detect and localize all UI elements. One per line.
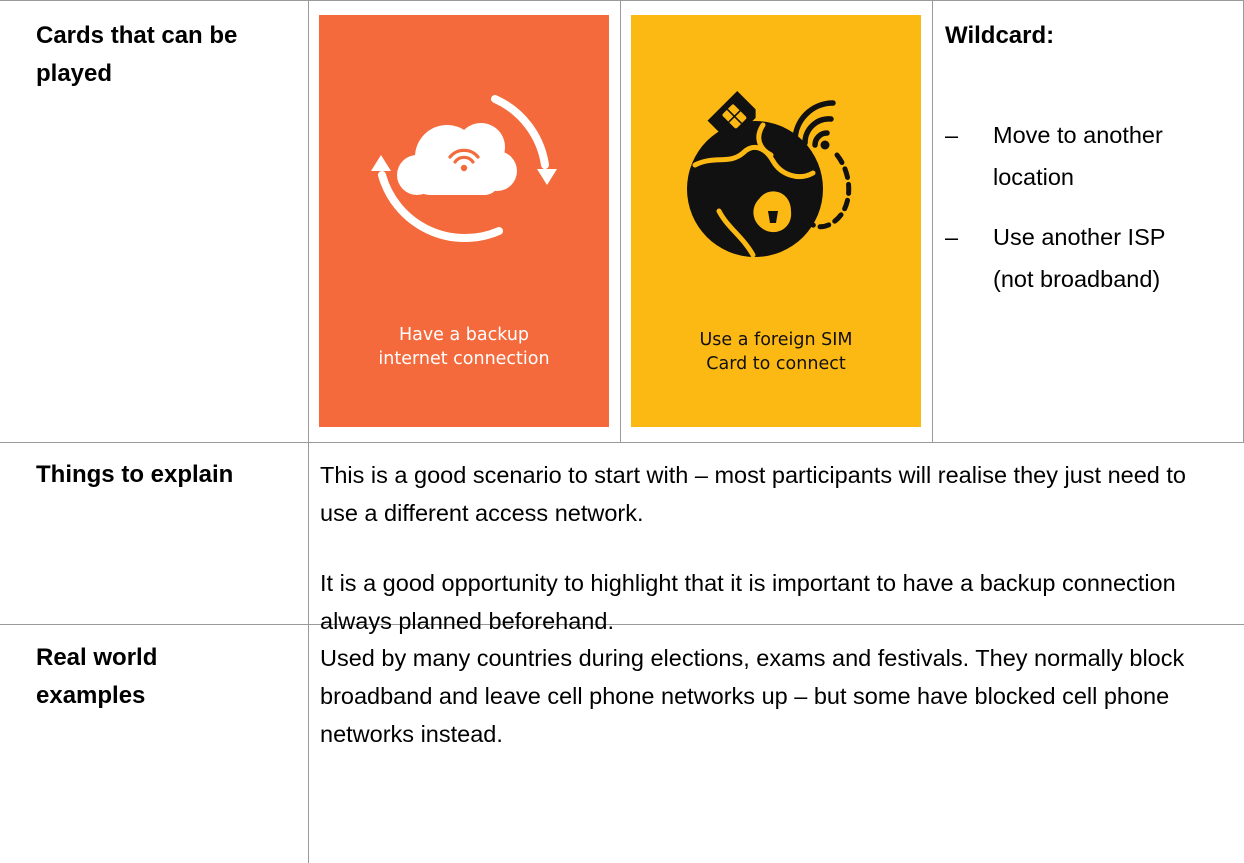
wildcard-item-line: location	[993, 164, 1074, 190]
dash-bullet: –	[945, 122, 959, 148]
row-label-explain: Things to explain	[36, 461, 234, 488]
wildcard-title: Wildcard:	[945, 22, 1055, 49]
row-label-cards: Cards that can be played	[36, 22, 238, 87]
wildcard-item-line: Move to another	[993, 122, 1163, 148]
explain-paragraph: It is a good opportunity to highlight th…	[320, 570, 1176, 634]
card-label-line: Card to connect	[706, 354, 846, 374]
cell-divider-2	[620, 0, 621, 442]
card-label-line: Use a foreign SIM	[699, 330, 853, 350]
row-divider-1	[0, 442, 1244, 443]
globe-sim-wifi-icon: SIM	[687, 78, 852, 258]
table-border-top	[0, 0, 1244, 1]
card-backup-connection: Have a backup internet connection	[319, 15, 609, 427]
card-label: Have a backup internet connection	[319, 323, 609, 371]
column-divider-1	[308, 0, 309, 863]
examples-paragraph: Used by many countries during elections,…	[320, 645, 1185, 747]
cell-divider-3	[932, 0, 933, 442]
table: Cards that can be played Have a backup i…	[0, 0, 1244, 863]
card-label-line: internet connection	[378, 349, 550, 369]
explain-paragraph: This is a good scenario to start with – …	[320, 462, 1186, 526]
dash-bullet: –	[945, 224, 959, 250]
wildcard-item-line: (not broadband)	[993, 266, 1161, 292]
card-label: Use a foreign SIM Card to connect	[631, 328, 921, 376]
card-label-line: Have a backup	[398, 325, 530, 345]
card-foreign-sim: SIM Use a foreign SIM Card to connect	[631, 15, 921, 427]
row-label-examples: Real world examples	[36, 644, 158, 709]
sim-label: SIM	[772, 78, 790, 96]
cloud-sync-wifi-icon	[371, 95, 557, 243]
wildcard-item-line: Use another ISP	[993, 224, 1166, 250]
